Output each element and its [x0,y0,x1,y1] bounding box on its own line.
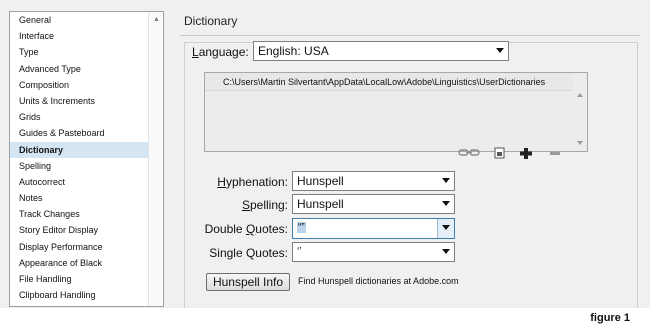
user-dictionary-list[interactable]: C:\Users\Martin Silvertant\AppData\Local… [204,72,588,152]
double-quotes-dropdown-button[interactable] [437,219,454,238]
dictionary-list-scrollbar[interactable] [573,73,587,151]
sidebar-item-grids[interactable]: Grids [10,109,149,125]
dictionary-panel: Dictionary Language: English: USA C:\Use… [172,11,642,308]
sidebar-item-file-handling[interactable]: File Handling [10,271,149,287]
sidebar-item-general[interactable]: General [10,12,149,28]
scroll-up-icon[interactable]: ▲ [149,12,163,27]
language-select[interactable]: English: USA [253,41,509,61]
double-quotes-label: Double Quotes: [204,222,288,236]
category-list-items: General Interface Type Advanced Type Composi… [10,12,149,303]
sidebar-item-composition[interactable]: Composition [10,77,149,93]
spelling-select[interactable]: Hunspell [292,194,455,214]
remove-dictionary-icon[interactable] [547,146,563,160]
sidebar-item-guides-pasteboard[interactable]: Guides & Pasteboard [10,125,149,141]
chevron-down-icon [442,201,450,206]
sidebar-item-notes[interactable]: Notes [10,190,149,206]
chevron-down-icon [442,178,450,183]
sidebar-item-spelling[interactable]: Spelling [10,158,149,174]
hyphenation-label: Hyphenation: [217,175,288,189]
hyphenation-select[interactable]: Hunspell [292,171,455,191]
sidebar-item-dictionary[interactable]: Dictionary [10,141,149,158]
single-quotes-label: Single Quotes: [209,246,288,260]
chevron-down-icon [442,225,450,230]
sidebar-item-clipboard-handling[interactable]: Clipboard Handling [10,287,149,303]
sidebar-item-track-changes[interactable]: Track Changes [10,206,149,222]
sidebar-item-units-increments[interactable]: Units & Increments [10,93,149,109]
chevron-down-icon [442,249,450,254]
spelling-select-value: Hunspell [297,197,344,211]
sidebar-item-advanced-type[interactable]: Advanced Type [10,61,149,77]
title-divider [180,35,640,36]
language-select-value: English: USA [258,44,329,58]
single-quotes-value: ‘’ [297,246,302,257]
sidebar-item-autocorrect[interactable]: Autocorrect [10,174,149,190]
double-quotes-combobox[interactable]: “” [292,218,455,239]
sidebar-item-display-performance[interactable]: Display Performance [10,239,149,255]
spelling-label: Spelling: [241,198,288,212]
double-quotes-value[interactable]: “” [297,222,306,233]
sidebar-item-type[interactable]: Type [10,44,149,60]
hyphenation-select-value: Hunspell [297,174,344,188]
category-list-scrollbar[interactable]: ▲ [148,12,163,306]
preferences-category-list[interactable]: General Interface Type Advanced Type Composi… [9,11,164,307]
relink-dictionary-icon[interactable] [458,146,482,160]
single-quotes-select[interactable]: ‘’ [292,242,455,262]
page-title: Dictionary [184,14,238,28]
figure-caption: figure 1 [590,312,630,324]
sidebar-item-interface[interactable]: Interface [10,28,149,44]
add-dictionary-icon[interactable] [518,146,534,160]
chevron-down-icon [496,48,504,53]
find-dictionaries-text: Find Hunspell dictionaries at Adobe.com [298,276,459,286]
hunspell-info-button[interactable]: Hunspell Info [206,273,290,291]
dictionary-path-item[interactable]: C:\Users\Martin Silvertant\AppData\Local… [205,73,573,91]
preferences-window: General Interface Type Advanced Type Composi… [0,0,650,308]
new-dictionary-icon[interactable] [492,146,508,160]
scrollbar-arrows-icon [577,93,583,145]
language-label: Language: [192,45,249,59]
sidebar-item-story-editor-display[interactable]: Story Editor Display [10,222,149,238]
sidebar-item-appearance-of-black[interactable]: Appearance of Black [10,255,149,271]
